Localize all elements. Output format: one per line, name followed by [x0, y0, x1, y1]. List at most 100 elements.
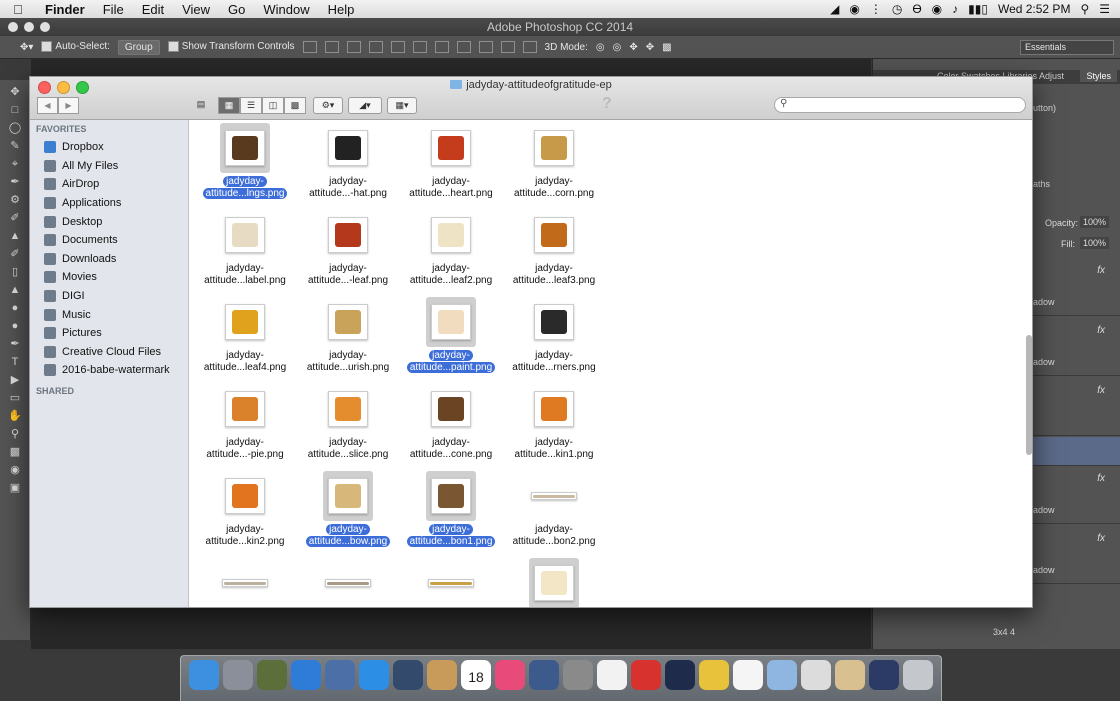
map-image-dock-icon[interactable]: [835, 660, 865, 690]
layer-row[interactable]: fx adow: [1033, 525, 1120, 584]
coverflow-view-button[interactable]: ▩: [284, 97, 306, 114]
move-tool-icon[interactable]: ✥: [8, 86, 22, 98]
file-item[interactable]: jadyday-attitude...paint.png: [399, 294, 503, 381]
align-top-icon[interactable]: [302, 41, 317, 53]
distribute-bottom-icon[interactable]: [478, 41, 493, 53]
chrome-dock-icon[interactable]: [699, 660, 729, 690]
menu-window[interactable]: Window: [254, 2, 318, 17]
column-view-button[interactable]: ◫: [262, 97, 284, 114]
lasso-tool-icon[interactable]: ◯: [8, 122, 22, 134]
photo-app-dock-icon[interactable]: [257, 660, 287, 690]
dropbox-toolbar-button[interactable]: ◢▾: [348, 97, 382, 114]
path-select-tool-icon[interactable]: ▶: [8, 374, 22, 386]
file-item[interactable]: jadyday-attitude...bon1.png: [399, 468, 503, 555]
file-item[interactable]: jadyday-attitude...-leaf.png: [296, 207, 400, 294]
auto-select-option[interactable]: Auto-Select:: [41, 41, 110, 53]
color-swatches-icon[interactable]: ▩: [8, 446, 22, 458]
photoshop-dock-icon[interactable]: [665, 660, 695, 690]
file-item[interactable]: jadyday-attitude...lngs.png: [193, 120, 297, 207]
list-view-button[interactable]: ☰: [240, 97, 262, 114]
sidebar-item[interactable]: AirDrop: [30, 175, 188, 194]
align-left-icon[interactable]: [368, 41, 383, 53]
orbit-3d-icon[interactable]: ◎: [596, 42, 605, 53]
file-item[interactable]: jadyday-attitude...slice.png: [296, 381, 400, 468]
ps-close-button[interactable]: [8, 22, 18, 32]
search-field[interactable]: ⚲: [774, 97, 1026, 113]
file-item[interactable]: jadyday-attitude...corn.png: [502, 120, 606, 207]
pen-tool-icon[interactable]: ✒: [8, 338, 22, 350]
arrange-button[interactable]: ▦▾: [387, 97, 417, 114]
preview-dock-icon[interactable]: [325, 660, 355, 690]
file-item[interactable]: [296, 555, 400, 607]
dropbox-status-icon[interactable]: ◢: [830, 2, 839, 16]
bluetooth-icon[interactable]: ϴ: [912, 2, 921, 16]
file-item[interactable]: [502, 555, 606, 607]
pan-3d-icon[interactable]: ✥: [629, 42, 637, 53]
slide-3d-icon[interactable]: ✥: [646, 42, 654, 53]
fill-value[interactable]: 100%: [1080, 237, 1110, 249]
layer-row[interactable]: fx: [1033, 377, 1120, 436]
align-bottom-icon[interactable]: [346, 41, 361, 53]
menu-view[interactable]: View: [173, 2, 219, 17]
forward-button[interactable]: ▶: [58, 97, 79, 114]
file-item[interactable]: jadyday-attitude...cone.png: [399, 381, 503, 468]
creative-cloud-status-icon[interactable]: ◉: [849, 2, 859, 16]
file-item[interactable]: jadyday-attitude...kin1.png: [502, 381, 606, 468]
stamp-tool-icon[interactable]: ▲: [8, 230, 22, 242]
calendar-dock-icon[interactable]: 18: [461, 660, 491, 690]
quick-select-tool-icon[interactable]: ✎: [8, 140, 22, 152]
spotlight-icon[interactable]: ⚲: [1080, 2, 1089, 16]
align-middle-icon[interactable]: [324, 41, 339, 53]
safari-dock-icon[interactable]: [359, 660, 389, 690]
layer-row[interactable]: fx adow: [1033, 257, 1120, 316]
ps-minimize-button[interactable]: [24, 22, 34, 32]
sidebar-item[interactable]: Downloads: [30, 250, 188, 269]
type-tool-icon[interactable]: T: [8, 356, 22, 368]
sidebar-item[interactable]: Applications: [30, 194, 188, 213]
sidebar-item[interactable]: Dropbox: [30, 138, 188, 157]
file-item[interactable]: jadyday-attitude...kin2.png: [193, 468, 297, 555]
layer-row[interactable]: fx adow: [1033, 465, 1120, 524]
finder-dock-icon[interactable]: [189, 660, 219, 690]
workspace-dropdown[interactable]: Essentials: [1020, 40, 1114, 55]
file-item[interactable]: jadyday-attitude...-hat.png: [296, 120, 400, 207]
shape-tool-icon[interactable]: ▭: [8, 392, 22, 404]
sidebar-item[interactable]: 2016-babe-watermark: [30, 361, 188, 380]
time-machine-icon[interactable]: ◷: [892, 2, 902, 16]
paths-tab-partial[interactable]: aths: [1033, 179, 1050, 189]
screen-mode-icon[interactable]: ▣: [8, 482, 22, 494]
file-item[interactable]: jadyday-attitude...-pie.png: [193, 381, 297, 468]
quick-mask-icon[interactable]: ◉: [8, 464, 22, 476]
file-item[interactable]: [193, 555, 297, 607]
distribute-middle-icon[interactable]: [456, 41, 471, 53]
auto-select-dropdown[interactable]: Group: [117, 39, 160, 55]
bucket-tool-icon[interactable]: ▲: [8, 284, 22, 296]
trash-dock-icon[interactable]: [903, 660, 933, 690]
ps-zoom-button[interactable]: [40, 22, 50, 32]
file-item[interactable]: jadyday-attitude...rners.png: [502, 294, 606, 381]
blur-tool-icon[interactable]: ●: [8, 302, 22, 314]
dodge-tool-icon[interactable]: ●: [8, 320, 22, 332]
battery-icon[interactable]: ▮▮▯: [968, 2, 988, 16]
dotted-status-icon[interactable]: ⋮: [870, 2, 882, 16]
history-brush-tool-icon[interactable]: ✐: [8, 248, 22, 260]
move-tool-icon[interactable]: ✥▾: [20, 42, 33, 53]
menu-app-name[interactable]: Finder: [36, 2, 94, 17]
icon-view-button[interactable]: ▦: [218, 97, 240, 114]
sidebar-item[interactable]: Desktop: [30, 212, 188, 231]
document-dock-icon[interactable]: [733, 660, 763, 690]
distribute-top-icon[interactable]: [434, 41, 449, 53]
itunes-dock-icon[interactable]: [495, 660, 525, 690]
launchpad-dock-icon[interactable]: [223, 660, 253, 690]
file-item[interactable]: jadyday-attitude...heart.png: [399, 120, 503, 207]
action-gear-button[interactable]: ⚙▾: [313, 97, 343, 114]
sidebar-item[interactable]: All My Files: [30, 157, 188, 176]
clock[interactable]: Wed 2:52 PM: [998, 2, 1070, 16]
menu-edit[interactable]: Edit: [133, 2, 173, 17]
eyedropper-tool-icon[interactable]: ✒: [8, 176, 22, 188]
healing-tool-icon[interactable]: ⚙: [8, 194, 22, 206]
eraser-tool-icon[interactable]: ▯: [8, 266, 22, 278]
marquee-tool-icon[interactable]: □: [8, 104, 22, 116]
opacity-value[interactable]: 100%: [1080, 216, 1110, 228]
notification-center-icon[interactable]: ☰: [1099, 2, 1110, 16]
